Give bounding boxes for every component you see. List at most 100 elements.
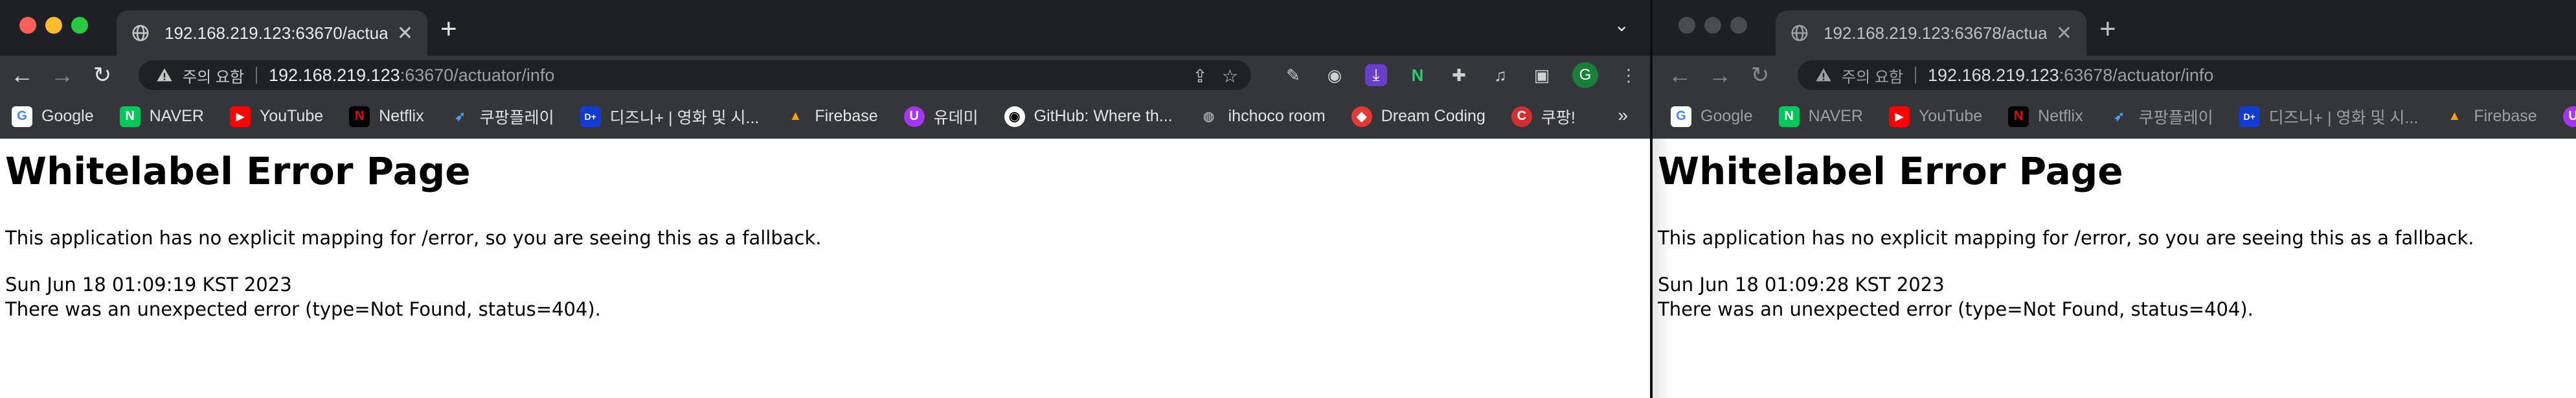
- coupang-icon: C: [1511, 106, 1532, 127]
- camera-extension-icon[interactable]: ◉: [1324, 64, 1346, 86]
- bookmark-github[interactable]: ◉ GitHub: Where th...: [1004, 106, 1173, 127]
- security-label[interactable]: 주의 요함: [183, 64, 244, 87]
- minimize-window-button[interactable]: [45, 17, 62, 34]
- more-bookmarks-icon[interactable]: »: [1618, 105, 1628, 126]
- globe-icon: [1791, 25, 1808, 41]
- minimize-window-button[interactable]: [1704, 17, 1721, 34]
- error-message: This application has no explicit mapping…: [5, 227, 822, 249]
- page-title: Whitelabel Error Page: [5, 149, 471, 193]
- dream-coding-icon: ◆: [1351, 106, 1372, 127]
- browser-window-left: 192.168.219.123:63670/actuator/info ✕ + …: [0, 0, 1650, 398]
- google-icon: G: [1671, 106, 1691, 127]
- forward-button[interactable]: →: [1707, 62, 1733, 88]
- bookmark-ihchoco-room[interactable]: ◍ ihchoco room: [1199, 106, 1326, 127]
- warning-icon: [157, 68, 172, 82]
- tab-search-icon[interactable]: ⌄: [1614, 14, 1629, 36]
- bookmark-disney-plus[interactable]: D+ 디즈니+ | 영화 및 시...: [580, 105, 759, 128]
- n-extension-icon[interactable]: N: [1407, 64, 1429, 86]
- bookmark-naver[interactable]: N NAVER: [1778, 106, 1863, 127]
- address-bar[interactable]: 주의 요함 192.168.219.123:63670/actuator/inf…: [139, 60, 1251, 90]
- close-tab-icon[interactable]: ✕: [397, 22, 413, 45]
- window-controls: [1678, 17, 1747, 34]
- share-icon[interactable]: ⇪: [1192, 65, 1207, 87]
- back-button[interactable]: ←: [9, 62, 35, 88]
- download-extension-icon[interactable]: ⤓: [1365, 64, 1387, 86]
- bookmark-naver[interactable]: N NAVER: [119, 106, 204, 127]
- menu-icon[interactable]: ⋮: [1618, 64, 1640, 86]
- tab-active[interactable]: 192.168.219.123:63670/actuator/info ✕: [117, 10, 427, 56]
- coupang-play-icon: ➶: [455, 110, 466, 124]
- error-timestamp: Sun Jun 18 01:09:28 KST 2023: [1658, 274, 1945, 296]
- bookmark-google[interactable]: G Google: [12, 106, 94, 127]
- bookmark-udemy[interactable]: U: [2562, 106, 2576, 127]
- tab-strip: 192.168.219.123:63678/actuator/info ✕ +: [1653, 0, 2576, 56]
- bookmark-firebase[interactable]: ▲ Firebase: [2444, 106, 2536, 127]
- zoom-window-button[interactable]: [71, 17, 88, 34]
- error-detail: There was an unexpected error (type=Not …: [5, 298, 601, 320]
- side-panel-icon[interactable]: ▣: [1531, 64, 1553, 86]
- bookmark-youtube[interactable]: ▶ YouTube: [1888, 106, 1982, 127]
- warning-icon: [1816, 68, 1831, 82]
- close-tab-icon[interactable]: ✕: [2056, 22, 2072, 45]
- tab-active[interactable]: 192.168.219.123:63678/actuator/info ✕: [1776, 10, 2086, 56]
- disney-plus-icon: D+: [580, 106, 601, 127]
- separator: [256, 67, 257, 84]
- media-control-icon[interactable]: ♫: [1489, 64, 1511, 86]
- error-message: This application has no explicit mapping…: [1658, 227, 2474, 249]
- netflix-icon: N: [349, 106, 370, 127]
- bookmark-star-icon[interactable]: ☆: [1222, 65, 1238, 87]
- firebase-icon: ▲: [789, 109, 802, 123]
- address-bar[interactable]: 주의 요함 192.168.219.123:63678/actuator/inf…: [1798, 60, 2576, 90]
- back-button[interactable]: ←: [1667, 62, 1693, 88]
- zoom-window-button[interactable]: [1730, 17, 1747, 34]
- bookmark-netflix[interactable]: N Netflix: [2008, 106, 2083, 127]
- tab-title: 192.168.219.123:63670/actuator/info: [164, 23, 388, 43]
- profile-avatar[interactable]: G: [1572, 62, 1598, 88]
- page-content: Whitelabel Error Page This application h…: [1653, 139, 2576, 398]
- bookmark-google[interactable]: G Google: [1671, 106, 1753, 127]
- github-icon: ◉: [1004, 106, 1025, 127]
- extensions-area: ✎ ◉ ⤓ N ✚ ♫ ▣ G ⋮: [1282, 62, 1640, 88]
- new-tab-button[interactable]: +: [440, 13, 457, 45]
- bookmark-udemy[interactable]: U 유데미: [903, 105, 978, 128]
- toolbar: ← → ↻ 주의 요함 192.168.219.123:63670/actuat…: [0, 56, 1650, 95]
- bookmark-coupang-play[interactable]: ➶ 쿠팡플레이: [450, 105, 554, 128]
- globe-icon: ◍: [1203, 110, 1215, 124]
- toolbar: ← → ↻ 주의 요함 192.168.219.123:63678/actuat…: [1653, 56, 2576, 95]
- close-window-button[interactable]: [1678, 17, 1695, 34]
- new-tab-button[interactable]: +: [2099, 13, 2116, 45]
- url-text[interactable]: 192.168.219.123:63670/actuator/info: [269, 65, 554, 86]
- bookmark-netflix[interactable]: N Netflix: [349, 106, 424, 127]
- bookmark-firebase[interactable]: ▲ Firebase: [785, 106, 877, 127]
- globe-icon: [132, 25, 149, 41]
- youtube-icon: ▶: [229, 106, 251, 127]
- pen-extension-icon[interactable]: ✎: [1282, 64, 1304, 86]
- udemy-icon: U: [2562, 106, 2576, 127]
- firebase-icon: ▲: [2448, 109, 2461, 123]
- security-label[interactable]: 주의 요함: [1842, 64, 1903, 87]
- reload-button[interactable]: ↻: [1747, 62, 1773, 88]
- naver-icon: N: [1778, 106, 1800, 127]
- disney-plus-icon: D+: [2239, 106, 2260, 127]
- close-window-button[interactable]: [19, 17, 36, 34]
- bookmarks-bar: G Google N NAVER ▶ YouTube N Netflix ➶ 쿠팡플레이 …: [0, 95, 1650, 139]
- naver-icon: N: [119, 106, 141, 127]
- forward-button[interactable]: →: [49, 62, 75, 88]
- error-timestamp: Sun Jun 18 01:09:19 KST 2023: [5, 274, 292, 296]
- netflix-icon: N: [2008, 106, 2029, 127]
- window-controls: [19, 17, 88, 34]
- reload-button[interactable]: ↻: [89, 62, 115, 88]
- url-text[interactable]: 192.168.219.123:63678/actuator/info: [1928, 65, 2213, 86]
- bookmark-coupang-play[interactable]: ➶ 쿠팡플레이: [2109, 105, 2213, 128]
- tab-title: 192.168.219.123:63678/actuator/info: [1824, 23, 2047, 43]
- bookmark-disney-plus[interactable]: D+ 디즈니+ | 영화 및 시...: [2239, 105, 2418, 128]
- bookmark-dream-coding[interactable]: ◆ Dream Coding: [1351, 106, 1486, 127]
- google-icon: G: [12, 106, 32, 127]
- bookmark-youtube[interactable]: ▶ YouTube: [229, 106, 323, 127]
- udemy-icon: U: [903, 106, 925, 127]
- address-bar-actions: ⇪ ☆: [1192, 65, 1238, 87]
- bookmarks-bar: G Google N NAVER ▶ YouTube N Netflix ➶ 쿠팡플레이 …: [1653, 95, 2576, 139]
- puzzle-extensions-icon[interactable]: ✚: [1448, 64, 1470, 86]
- error-detail: There was an unexpected error (type=Not …: [1658, 298, 2254, 320]
- bookmark-coupang[interactable]: C 쿠팡!: [1511, 105, 1576, 128]
